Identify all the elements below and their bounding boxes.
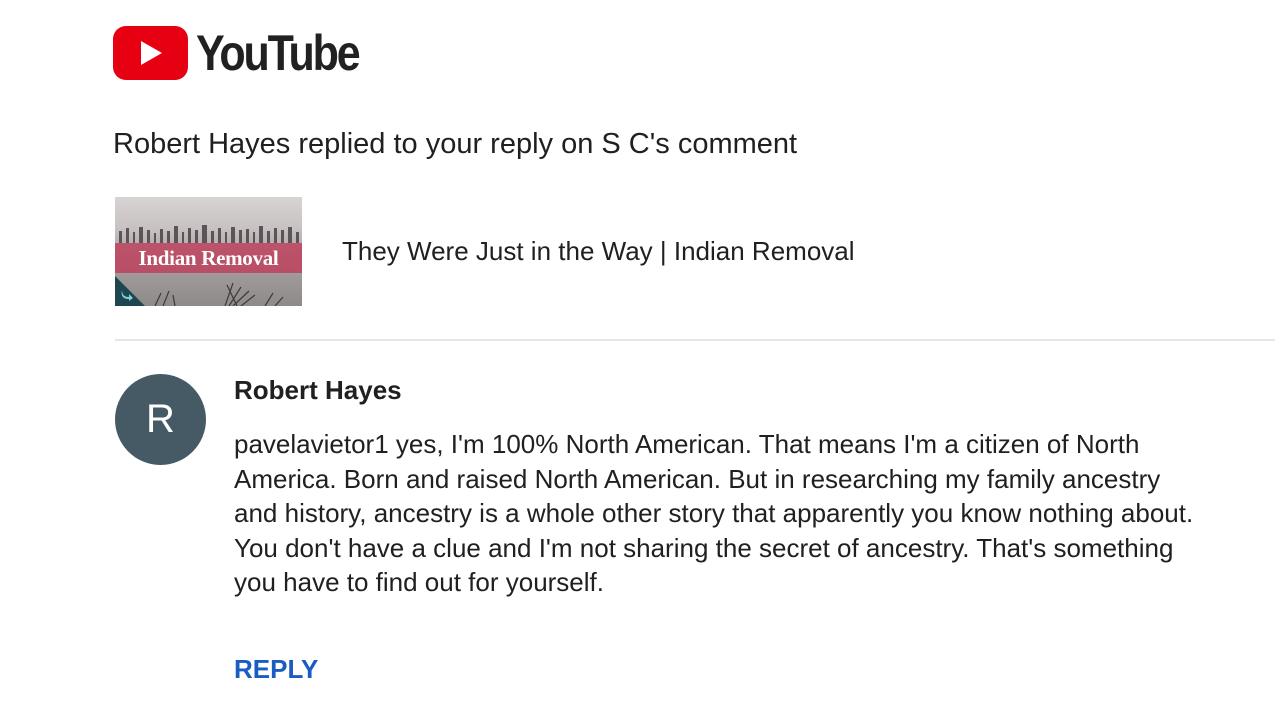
video-thumbnail[interactable]: Indian Removal <box>115 197 302 306</box>
comment-line: America. Born and raised North American.… <box>234 463 1161 494</box>
youtube-logo[interactable]: YouTube <box>113 26 385 80</box>
video-link[interactable]: Indian Removal They Were Just in the Way… <box>115 197 855 306</box>
section-divider <box>115 339 1275 341</box>
thumbnail-scenery <box>119 225 299 243</box>
notification-email: YouTube Robert Hayes replied to your rep… <box>0 0 1280 720</box>
video-title[interactable]: They Were Just in the Way | Indian Remov… <box>342 236 855 267</box>
comment-line: You don't have a clue and I'm not sharin… <box>234 532 1174 563</box>
avatar[interactable]: R <box>115 374 206 465</box>
thumbnail-caption: Indian Removal <box>115 243 302 273</box>
notification-headline: Robert Hayes replied to your reply on S … <box>113 128 798 160</box>
comment-line: and history, ancestry is a whole other s… <box>234 498 1194 528</box>
comment-body: pavelavietor1 yes, I'm 100% North Americ… <box>234 427 1274 600</box>
play-icon <box>113 26 188 80</box>
comment-line: you have to find out for yourself. <box>234 567 604 597</box>
reply-button[interactable]: REPLY <box>234 654 318 685</box>
avatar-initial: R <box>146 397 175 441</box>
logo-wordmark: YouTube <box>196 25 361 81</box>
arrow-icon <box>121 290 133 301</box>
comment-line: pavelavietor1 yes, I'm 100% North Americ… <box>234 429 1140 459</box>
comment-author: Robert Hayes <box>234 375 402 405</box>
